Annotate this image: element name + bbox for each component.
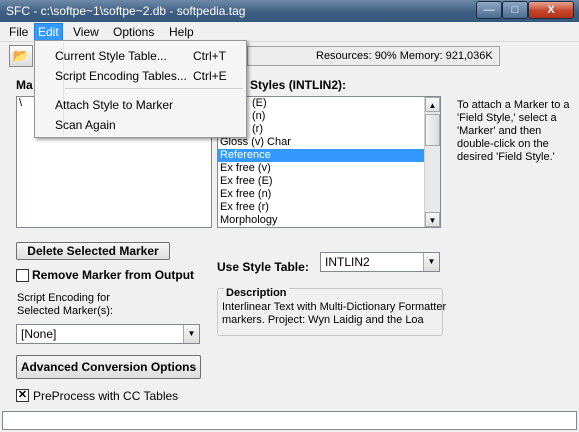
window-title: SFC - c:\softpe~1\softpe~2.db - softpedi… (6, 4, 246, 18)
title-bar[interactable]: SFC - c:\softpe~1\softpe~2.db - softpedi… (0, 0, 579, 22)
list-item[interactable]: (E) (218, 97, 440, 110)
description-line-1: Interlinear Text with Multi-Dictionary F… (222, 301, 447, 313)
preprocess-checkbox[interactable]: ✕ (16, 389, 29, 402)
scroll-up-icon[interactable]: ▲ (425, 97, 440, 112)
menu-item-attach-style[interactable]: Attach Style to Marker (55, 98, 173, 112)
scroll-thumb[interactable] (425, 114, 440, 146)
scroll-down-icon[interactable]: ▼ (425, 212, 440, 227)
chevron-down-icon[interactable]: ▼ (423, 253, 439, 271)
menu-separator (65, 88, 243, 89)
shortcut-ctrl-t: Ctrl+T (193, 49, 226, 63)
open-button[interactable]: 📂 (9, 45, 33, 67)
help-text: To attach a Marker to a 'Field Style,' s… (457, 99, 570, 163)
menu-item-scan-again[interactable]: Scan Again (55, 118, 116, 132)
script-encoding-label-1: Script Encoding for (17, 292, 110, 304)
list-item[interactable]: Ex free (r) (218, 201, 440, 214)
edit-menu-dropdown: Current Style Table... Ctrl+T Script Enc… (34, 40, 247, 138)
menu-edit[interactable]: Edit (34, 23, 63, 41)
field-styles-scrollbar[interactable]: ▲ ▼ (424, 97, 440, 227)
minimize-button[interactable]: — (476, 1, 502, 19)
status-footer (2, 411, 577, 430)
list-item[interactable]: Gloss (v) Char (218, 136, 440, 149)
markers-label: Ma (16, 78, 33, 92)
style-table-select[interactable]: INTLIN2 ▼ (320, 252, 440, 272)
list-item[interactable]: Ex free (n) (218, 188, 440, 201)
field-styles-list[interactable]: (E) (n) (r) Gloss (v) Char Reference Ex … (217, 96, 441, 228)
menu-help[interactable]: Help (166, 25, 197, 39)
list-item[interactable]: (n) (218, 110, 440, 123)
field-styles-label: Styles (INTLIN2): (250, 78, 347, 92)
list-item[interactable]: Morphology (218, 214, 440, 227)
list-item-selected[interactable]: Reference (218, 149, 424, 162)
chevron-down-icon[interactable]: ▼ (183, 325, 199, 343)
list-item[interactable]: Ex free (v) (218, 162, 440, 175)
menu-options[interactable]: Options (110, 25, 157, 39)
script-encoding-value: [None] (21, 327, 57, 341)
list-item[interactable]: Ex free (E) (218, 175, 440, 188)
menu-file[interactable]: File (6, 25, 31, 39)
menu-view[interactable]: View (70, 25, 102, 39)
close-button[interactable]: X (528, 1, 574, 19)
menu-item-script-encoding-tables[interactable]: Script Encoding Tables... (55, 69, 187, 83)
status-panel: Resources: 90% Memory: 921,036K (247, 46, 500, 66)
advanced-options-button[interactable]: Advanced Conversion Options (16, 355, 201, 379)
description-group: Description Interlinear Text with Multi-… (217, 287, 447, 336)
remove-marker-label: Remove Marker from Output (32, 268, 195, 282)
shortcut-ctrl-e: Ctrl+E (193, 69, 227, 83)
remove-marker-checkbox[interactable] (16, 269, 29, 282)
menu-item-current-style-table[interactable]: Current Style Table... (55, 49, 167, 63)
preprocess-label: PreProcess with CC Tables (33, 389, 179, 403)
description-title: Description (224, 287, 289, 299)
menu-bar: File Edit View Options Help (0, 22, 579, 42)
delete-marker-button[interactable]: Delete Selected Marker (16, 242, 170, 260)
style-table-value: INTLIN2 (325, 255, 370, 269)
style-table-label: Use Style Table: (217, 260, 309, 274)
open-folder-icon: 📂 (12, 48, 30, 63)
description-line-2: markers. Project: Wyn Laidig and the Loa (222, 314, 424, 326)
script-encoding-select[interactable]: [None] ▼ (16, 324, 200, 344)
list-item[interactable]: (r) (218, 123, 440, 136)
script-encoding-label-2: Selected Marker(s): (17, 305, 113, 317)
maximize-button[interactable]: □ (502, 1, 528, 19)
